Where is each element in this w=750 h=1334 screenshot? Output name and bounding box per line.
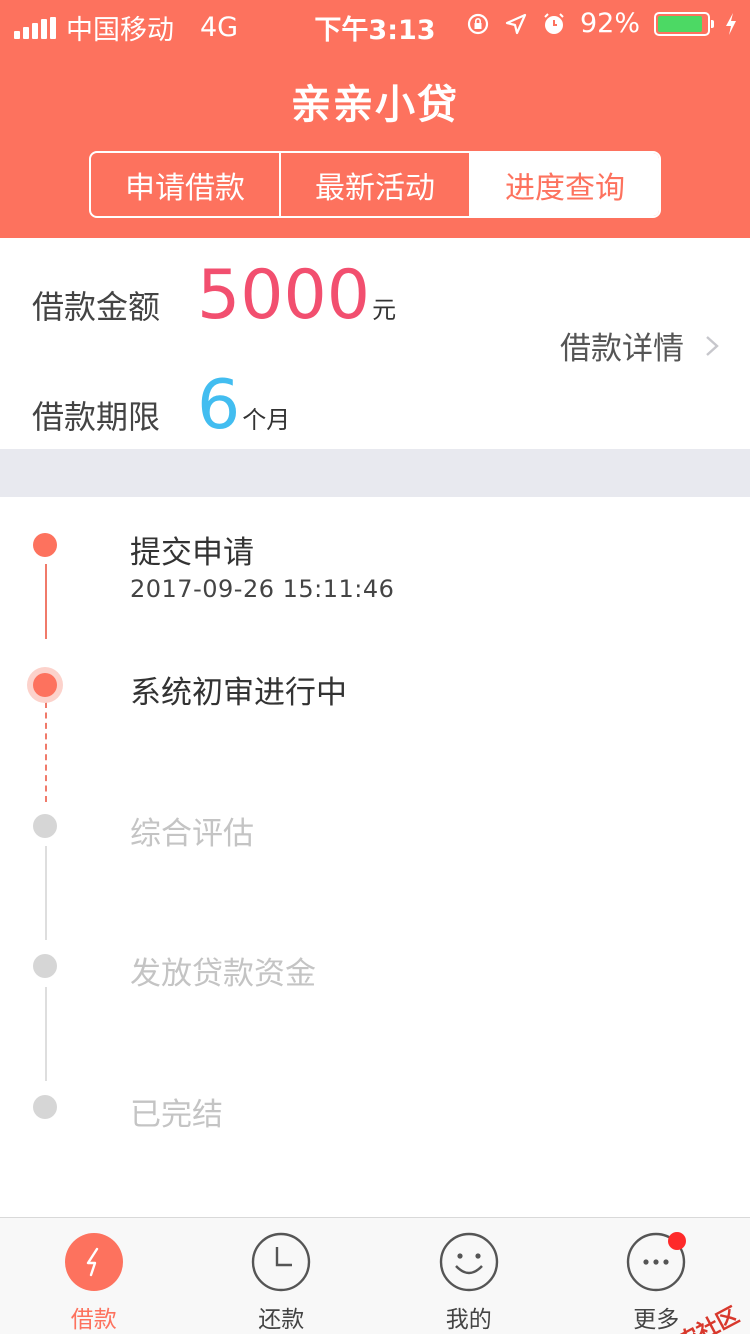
loan-term-row: 借款期限 6 个月 [32,372,290,440]
step-title: 系统初审进行中 [130,675,347,711]
alarm-icon [542,12,566,36]
status-bar: 中国移动 4G 下午3:13 92% [0,0,750,50]
tabbar-item-more[interactable]: 更多 [563,1218,750,1334]
tabbar-item-repay[interactable]: 还款 [188,1218,376,1334]
tabbar-label: 更多 [633,1307,680,1333]
timeline-dot-current [33,673,57,697]
tab-apply-loan[interactable]: 申请借款 [91,153,279,216]
notification-badge [667,1232,686,1250]
chevron-right-icon [706,335,719,356]
loan-amount-value: 5000 [197,256,371,335]
timeline-line-in-progress [45,702,47,802]
app-header: 中国移动 4G 下午3:13 92% 亲亲小贷 申请借款 最新活动 进度查询 [0,0,750,238]
tab-latest-activity[interactable]: 最新活动 [279,153,469,216]
timeline-line-pending [45,846,47,940]
step-title: 综合评估 [130,816,254,852]
tab-progress-query[interactable]: 进度查询 [469,153,659,216]
tabbar-label: 借款 [70,1307,117,1333]
loan-term-unit: 个月 [242,406,291,434]
loan-summary: 借款金额 5000 元 借款期限 6 个月 借款详情 [0,238,750,449]
loan-detail-label: 借款详情 [560,331,684,367]
loan-term-label: 借款期限 [32,398,161,436]
step-timestamp: 2017-09-26 15:11:46 [130,575,395,603]
rotation-lock-icon [466,12,490,36]
tabbar-item-borrow[interactable]: 借款 [0,1218,188,1334]
timeline-line-pending [45,987,47,1081]
loan-term-value: 6 [197,366,241,445]
location-arrow-icon [504,12,528,36]
tabbar-label: 我的 [445,1307,492,1333]
progress-timeline: 提交申请 2017-09-26 15:11:46 系统初审进行中 综合评估 发放… [0,497,750,1217]
clock-icon [252,1232,311,1292]
tabbar-item-mine[interactable]: 我的 [375,1218,563,1334]
header-segmented-tabs: 申请借款 最新活动 进度查询 [89,151,661,218]
section-divider [0,449,750,497]
timeline-dot-pending [33,1095,57,1119]
step-title: 发放贷款资金 [130,956,316,992]
battery-percent: 92% [579,8,640,39]
bottom-tab-bar: 借款 还款 我的 更多 [0,1217,750,1334]
charging-bolt-icon [724,12,738,36]
loan-amount-row: 借款金额 5000 元 [32,262,396,330]
timeline-dot-done [33,533,57,557]
loan-amount-label: 借款金额 [32,288,161,326]
step-title: 已完结 [130,1097,223,1133]
loan-detail-link[interactable]: 借款详情 [560,323,720,368]
app-title: 亲亲小贷 [291,82,459,128]
battery-icon [654,11,714,36]
tabbar-label: 还款 [258,1307,305,1333]
timeline-dot-pending [33,814,57,838]
timeline-line-done [45,564,47,639]
timeline-dot-pending [33,954,57,978]
step-title: 提交申请 [130,535,254,571]
smiley-icon [439,1232,498,1292]
lightning-icon [64,1233,123,1291]
loan-amount-unit: 元 [372,296,397,324]
